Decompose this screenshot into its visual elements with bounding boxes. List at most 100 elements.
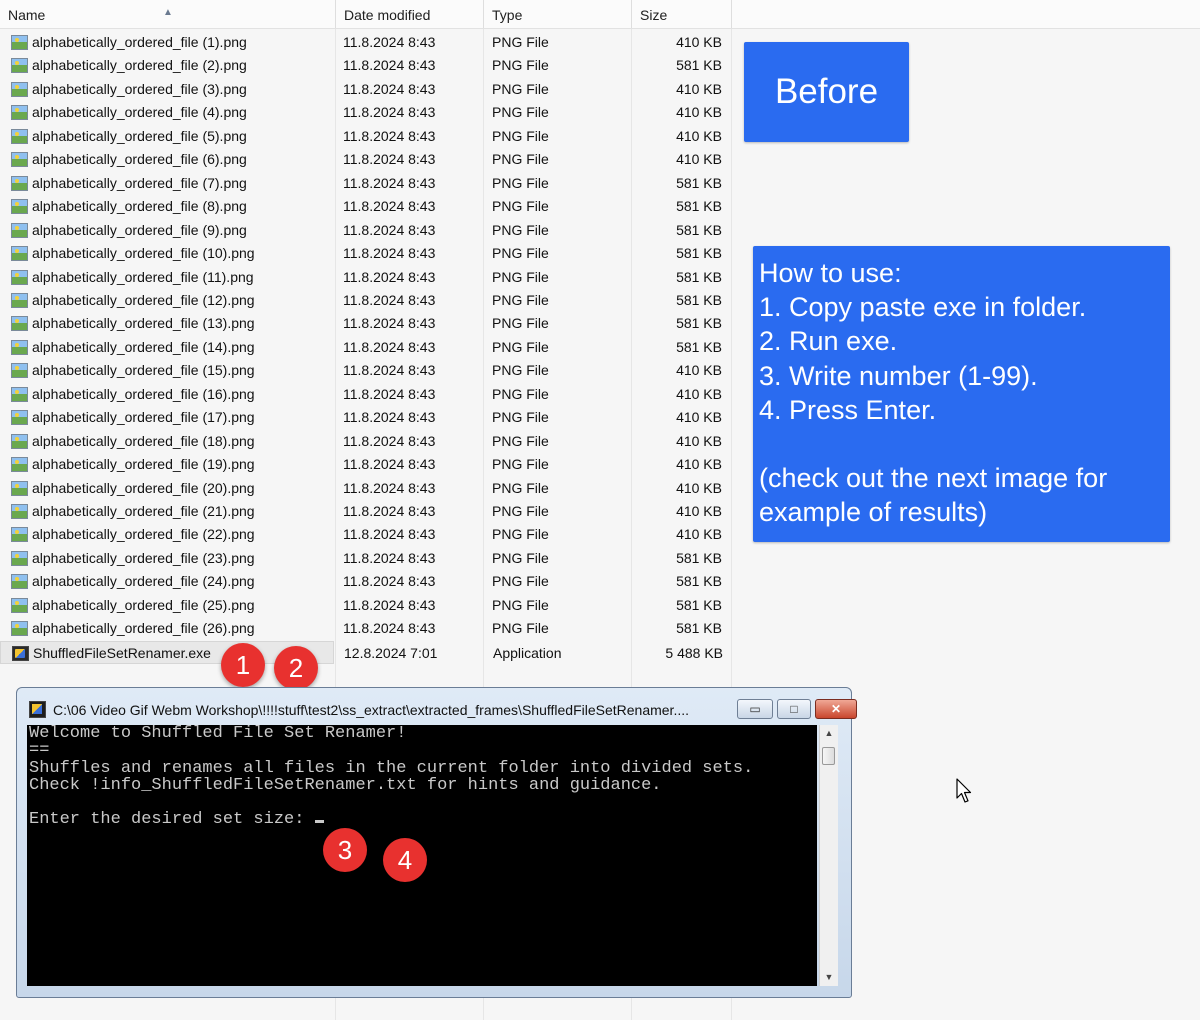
png-image-icon (11, 175, 28, 191)
png-image-icon (11, 292, 28, 308)
scroll-down-arrow-icon[interactable]: ▼ (820, 969, 838, 986)
step-badge-4: 4 (383, 838, 427, 882)
column-header-date-label: Date modified (344, 7, 431, 23)
file-row[interactable]: alphabetically_ordered_file (9).png 11.8.… (0, 219, 735, 242)
file-row[interactable]: alphabetically_ordered_file (22).png 11.8… (0, 523, 735, 546)
file-size: 581 KB (676, 245, 722, 262)
file-type: PNG File (492, 596, 549, 613)
column-header-type[interactable]: Type (484, 0, 632, 28)
png-image-icon (11, 316, 28, 332)
file-size: 581 KB (676, 268, 722, 285)
file-name: alphabetically_ordered_file (24).png (32, 573, 255, 590)
file-date: 11.8.2024 8:43 (343, 503, 436, 519)
file-type: PNG File (492, 409, 549, 426)
file-row[interactable]: alphabetically_ordered_file (10).png 11.8… (0, 242, 735, 265)
file-row[interactable]: alphabetically_ordered_file (26).png 11.8… (0, 617, 735, 640)
console-scrollbar[interactable]: ▲ ▼ (819, 725, 838, 986)
file-row[interactable]: alphabetically_ordered_file (23).png 11.8… (0, 547, 735, 570)
file-name: alphabetically_ordered_file (4).png (32, 104, 247, 121)
file-row[interactable]: alphabetically_ordered_file (1).png 11.8.… (0, 31, 735, 54)
file-row[interactable]: alphabetically_ordered_file (24).png 11.8… (0, 570, 735, 593)
how-to-line: 2. Run exe. (759, 326, 898, 357)
column-header-bar: ▲ Name Date modified Type Size (0, 0, 1200, 29)
file-type: PNG File (492, 503, 549, 519)
file-date: 11.8.2024 8:43 (343, 80, 436, 97)
file-date: 11.8.2024 8:43 (343, 456, 436, 473)
png-image-icon (11, 35, 28, 50)
file-name: alphabetically_ordered_file (8).png (32, 198, 247, 215)
file-row[interactable]: alphabetically_ordered_file (4).png 11.8.… (0, 101, 735, 124)
file-row[interactable]: alphabetically_ordered_file (2).png 11.8.… (0, 54, 735, 77)
png-image-icon (11, 363, 28, 379)
png-image-icon (11, 81, 28, 97)
png-image-icon (11, 527, 28, 543)
png-image-icon (11, 58, 28, 74)
file-name: alphabetically_ordered_file (25).png (32, 596, 255, 613)
file-name: alphabetically_ordered_file (26).png (32, 620, 255, 637)
file-row[interactable]: alphabetically_ordered_file (6).png 11.8.… (0, 148, 735, 171)
file-row[interactable]: alphabetically_ordered_file (19).png 11.8… (0, 453, 735, 476)
file-type: PNG File (492, 526, 549, 543)
file-date: 11.8.2024 8:43 (343, 338, 436, 355)
maximize-button[interactable]: □ (777, 699, 811, 719)
file-row[interactable]: alphabetically_ordered_file (20).png 11.8… (0, 477, 735, 500)
file-size: 581 KB (676, 174, 722, 191)
file-name: alphabetically_ordered_file (17).png (32, 409, 255, 426)
file-name: alphabetically_ordered_file (7).png (32, 174, 247, 191)
png-image-icon (11, 128, 28, 144)
file-row[interactable]: alphabetically_ordered_file (8).png 11.8.… (0, 195, 735, 218)
console-app-icon[interactable] (29, 701, 46, 718)
scroll-up-arrow-icon[interactable]: ▲ (820, 725, 838, 742)
file-row[interactable]: alphabetically_ordered_file (18).png 11.8… (0, 430, 735, 453)
file-size: 410 KB (676, 503, 722, 519)
file-size: 581 KB (676, 198, 722, 215)
png-image-icon (11, 621, 28, 637)
file-type: PNG File (492, 198, 549, 215)
file-row[interactable]: alphabetically_ordered_file (17).png 11.8… (0, 406, 735, 429)
file-row[interactable]: alphabetically_ordered_file (21).png 11.8… (0, 500, 735, 523)
column-header-size[interactable]: Size (632, 0, 732, 28)
file-name: alphabetically_ordered_file (13).png (32, 315, 255, 332)
file-size: 410 KB (676, 127, 722, 144)
file-name: alphabetically_ordered_file (20).png (32, 479, 255, 496)
file-size: 581 KB (676, 338, 722, 355)
scroll-thumb[interactable] (822, 747, 835, 765)
file-size: 581 KB (676, 549, 722, 566)
file-type: PNG File (492, 362, 549, 379)
file-type: PNG File (492, 291, 549, 308)
file-date: 11.8.2024 8:43 (343, 409, 436, 426)
file-name: alphabetically_ordered_file (5).png (32, 127, 247, 144)
file-row[interactable]: alphabetically_ordered_file (3).png 11.8.… (0, 78, 735, 101)
file-name: alphabetically_ordered_file (9).png (32, 221, 247, 238)
file-row[interactable]: alphabetically_ordered_file (5).png 11.8.… (0, 125, 735, 148)
console-window: C:\06 Video Gif Webm Workshop\!!!!stuff\… (16, 687, 857, 998)
file-row[interactable]: alphabetically_ordered_file (11).png 11.8… (0, 266, 735, 289)
column-header-date[interactable]: Date modified (336, 0, 484, 28)
file-row[interactable]: alphabetically_ordered_file (14).png 11.8… (0, 336, 735, 359)
file-type: PNG File (492, 34, 549, 50)
file-date: 11.8.2024 8:43 (343, 268, 436, 285)
file-row[interactable]: alphabetically_ordered_file (13).png 11.8… (0, 312, 735, 335)
file-size: 581 KB (676, 573, 722, 590)
file-type: PNG File (492, 57, 549, 74)
file-size: 410 KB (676, 34, 722, 50)
minimize-button[interactable]: ▭ (737, 699, 773, 719)
how-to-line: 1. Copy paste exe in folder. (759, 292, 1087, 323)
close-button[interactable]: ✕ (815, 699, 857, 719)
file-size: 581 KB (676, 291, 722, 308)
file-row[interactable]: alphabetically_ordered_file (15).png 11.8… (0, 359, 735, 382)
file-row[interactable]: alphabetically_ordered_file (16).png 11.8… (0, 383, 735, 406)
file-date: 12.8.2024 7:01 (344, 644, 438, 661)
file-type: PNG File (492, 80, 549, 97)
how-to-use-callout: How to use: 1. Copy paste exe in folder. 2… (753, 246, 1170, 542)
file-date: 11.8.2024 8:43 (343, 291, 436, 308)
file-date: 11.8.2024 8:43 (343, 596, 436, 613)
file-date: 11.8.2024 8:43 (343, 315, 436, 332)
file-size: 410 KB (676, 432, 722, 449)
sort-ascending-icon: ▲ (163, 7, 173, 18)
file-row[interactable]: alphabetically_ordered_file (12).png 11.8… (0, 289, 735, 312)
file-size: 410 KB (676, 104, 722, 121)
file-row[interactable]: alphabetically_ordered_file (25).png 11.8… (0, 594, 735, 617)
column-header-name[interactable]: ▲ Name (0, 0, 336, 28)
file-row[interactable]: alphabetically_ordered_file (7).png 11.8.… (0, 172, 735, 195)
